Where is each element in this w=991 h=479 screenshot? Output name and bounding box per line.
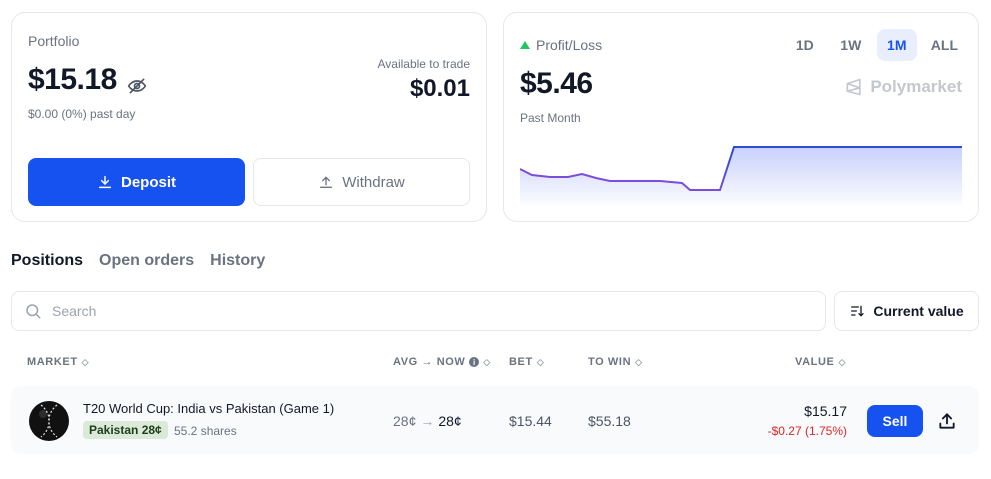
day-change: $0.00 (0%) past day	[28, 107, 136, 121]
tab-positions[interactable]: Positions	[11, 252, 83, 270]
search-box	[11, 291, 826, 331]
current-value: $15.17	[804, 403, 847, 419]
available-value: $0.01	[409, 75, 470, 102]
tab-open-orders[interactable]: Open orders	[99, 252, 194, 270]
header-bet-label: BET	[509, 356, 533, 368]
search-icon	[26, 304, 41, 319]
available-label: Available to trade	[377, 57, 470, 71]
value-change: -$0.27 (1.75%)	[767, 424, 847, 438]
header-market[interactable]: MARKET ◇	[27, 356, 89, 368]
range-1d[interactable]: 1D	[785, 29, 825, 61]
sort-button[interactable]: Current value	[834, 291, 979, 331]
search-input[interactable]	[52, 303, 752, 319]
shares-count: 55.2 shares	[174, 424, 237, 438]
tab-history[interactable]: History	[210, 252, 265, 270]
pnl-period: Past Month	[520, 111, 581, 125]
polymarket-icon	[846, 78, 861, 96]
sell-button[interactable]: Sell	[867, 405, 923, 437]
bet-value: $15.44	[509, 413, 552, 429]
outcome-badge: Pakistan 28¢	[83, 421, 168, 439]
sort-diamond-icon: ◇	[536, 356, 545, 367]
polymarket-logo: Polymarket	[844, 77, 962, 97]
range-all[interactable]: ALL	[923, 29, 966, 61]
avg-now: 28¢ → 28¢	[393, 413, 462, 429]
pnl-label: Profit/Loss	[520, 37, 602, 53]
eye-off-icon[interactable]	[127, 70, 147, 94]
brand-name: Polymarket	[870, 77, 962, 96]
pnl-chart	[520, 146, 962, 205]
deposit-label: Deposit	[120, 173, 176, 191]
table-row[interactable]: T20 World Cup: India vs Pakistan (Game 1…	[11, 386, 979, 454]
range-1w[interactable]: 1W	[831, 29, 871, 61]
header-value[interactable]: VALUE ◇	[795, 356, 846, 368]
cricket-ball-icon	[29, 401, 69, 441]
to-win-value: $55.18	[588, 413, 631, 429]
pnl-label-text: Profit/Loss	[536, 37, 603, 53]
upload-icon	[320, 176, 333, 188]
pnl-value: $5.46	[520, 67, 593, 100]
header-to-win[interactable]: TO WIN ◇	[588, 356, 643, 368]
header-market-label: MARKET	[27, 356, 78, 368]
download-icon	[98, 175, 112, 189]
portfolio-label: Portfolio	[28, 33, 80, 49]
portfolio-card: Portfolio $15.18 $0.00 (0%) past day Ava…	[11, 12, 487, 222]
deposit-button[interactable]: Deposit	[28, 158, 245, 206]
info-icon[interactable]: i	[469, 357, 480, 367]
header-avg-now[interactable]: AVG → NOW i ◇	[393, 356, 491, 368]
balance-value: $15.18	[28, 63, 117, 96]
range-1m[interactable]: 1M	[876, 29, 917, 61]
arrow-right-icon: →	[420, 413, 435, 429]
sort-icon	[851, 305, 865, 317]
sort-diamond-icon: ◇	[635, 356, 643, 367]
sort-label: Current value	[873, 303, 964, 319]
portfolio-balance: $15.18	[28, 63, 147, 97]
sort-diamond-icon: ◇	[81, 356, 90, 367]
withdraw-label: Withdraw	[342, 173, 405, 191]
header-bet[interactable]: BET ◇	[509, 356, 544, 368]
sort-diamond-icon: ◇	[838, 356, 846, 367]
positions-tabs: Positions Open orders History	[11, 252, 265, 270]
avg-price: 28¢	[393, 413, 417, 429]
sort-diamond-icon: ◇	[483, 356, 491, 367]
market-title[interactable]: T20 World Cup: India vs Pakistan (Game 1…	[83, 401, 334, 416]
header-to-win-label: TO WIN	[588, 356, 632, 368]
range-selector: 1D 1W 1M ALL	[785, 29, 966, 61]
triangle-up-icon	[520, 41, 530, 49]
header-value-label: VALUE	[795, 356, 835, 368]
share-icon[interactable]	[937, 411, 957, 431]
pnl-card: Profit/Loss $5.46 Past Month 1D 1W 1M AL…	[503, 12, 979, 222]
now-price: 28¢	[438, 413, 462, 429]
header-avg-now-label: AVG → NOW	[393, 356, 466, 368]
withdraw-button[interactable]: Withdraw	[253, 158, 470, 206]
